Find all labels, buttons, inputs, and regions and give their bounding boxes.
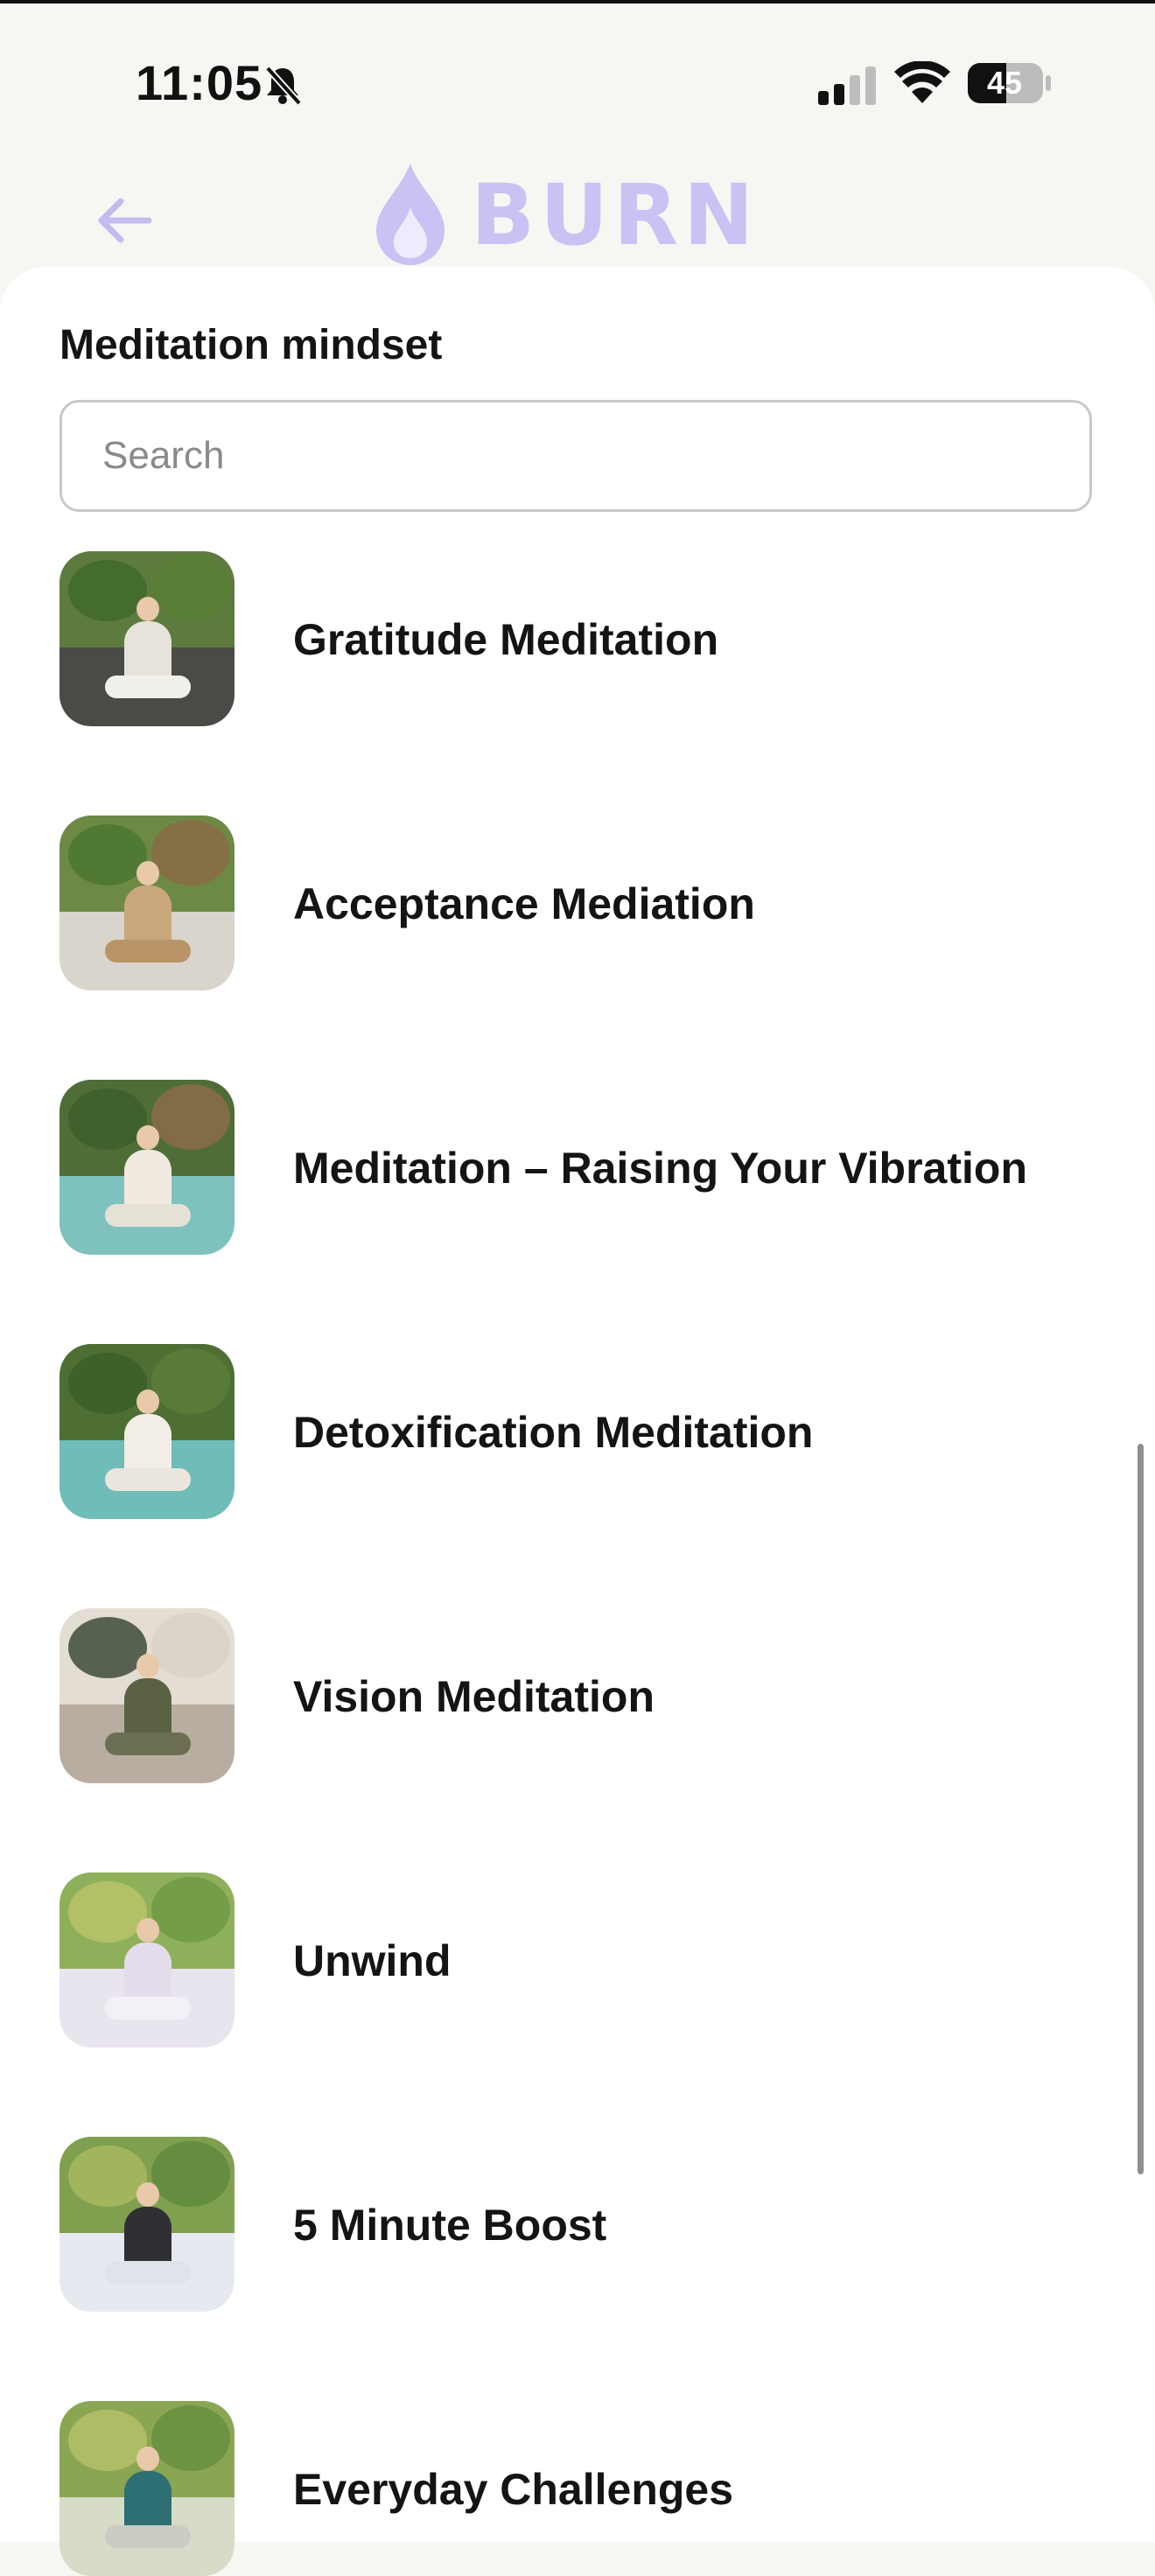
list-item[interactable]: Meditation – Raising Your Vibration — [60, 1080, 1092, 1255]
item-title: Unwind — [293, 1936, 452, 1985]
thumbnail-image — [60, 2401, 234, 2576]
scrollbar[interactable] — [1138, 1444, 1144, 2174]
thumbnail-image — [60, 816, 234, 990]
item-title: Everyday Challenges — [293, 2465, 734, 2514]
search-input[interactable] — [60, 400, 1092, 512]
list-item[interactable]: Vision Meditation — [60, 1608, 1092, 1783]
thumbnail-image — [60, 551, 234, 726]
thumbnail-image — [60, 1872, 234, 2048]
list-item[interactable]: Gratitude Meditation — [60, 551, 1092, 726]
thumbnail-image — [60, 1608, 234, 1783]
brand-logo-text: BURN — [471, 166, 760, 264]
cellular-signal-icon — [818, 66, 876, 105]
status-bar: 11:05 45 — [0, 0, 1155, 158]
bottom-sheet: Meditation mindset Gratitude Meditation — [0, 267, 1155, 2576]
sheet-title: Meditation mindset — [60, 322, 443, 368]
list-item[interactable]: Detoxification Meditation — [60, 1344, 1092, 1519]
thumbnail-image — [60, 1344, 234, 1519]
item-title: Detoxification Meditation — [293, 1408, 814, 1457]
item-title: Vision Meditation — [293, 1672, 654, 1721]
item-title: Meditation – Raising Your Vibration — [293, 1144, 1027, 1193]
bell-muted-icon — [265, 66, 302, 106]
flame-logo-icon — [376, 164, 444, 265]
list-item[interactable]: 5 Minute Boost — [60, 2137, 1092, 2312]
back-arrow-icon[interactable] — [94, 194, 156, 247]
list-item[interactable]: Acceptance Mediation — [60, 816, 1092, 990]
thumbnail-image — [60, 2137, 234, 2312]
item-title: Acceptance Mediation — [293, 879, 755, 928]
app-header: BURN — [0, 149, 1155, 271]
thumbnail-image — [60, 1080, 234, 1255]
item-title: 5 Minute Boost — [293, 2201, 607, 2250]
list-item[interactable]: Unwind — [60, 1872, 1092, 2048]
status-time: 11:05 — [136, 55, 263, 110]
battery-level: 45 — [986, 65, 1023, 101]
list-item[interactable]: Everyday Challenges — [60, 2401, 1092, 2576]
item-title: Gratitude Meditation — [293, 615, 719, 664]
wifi-icon — [894, 61, 950, 103]
